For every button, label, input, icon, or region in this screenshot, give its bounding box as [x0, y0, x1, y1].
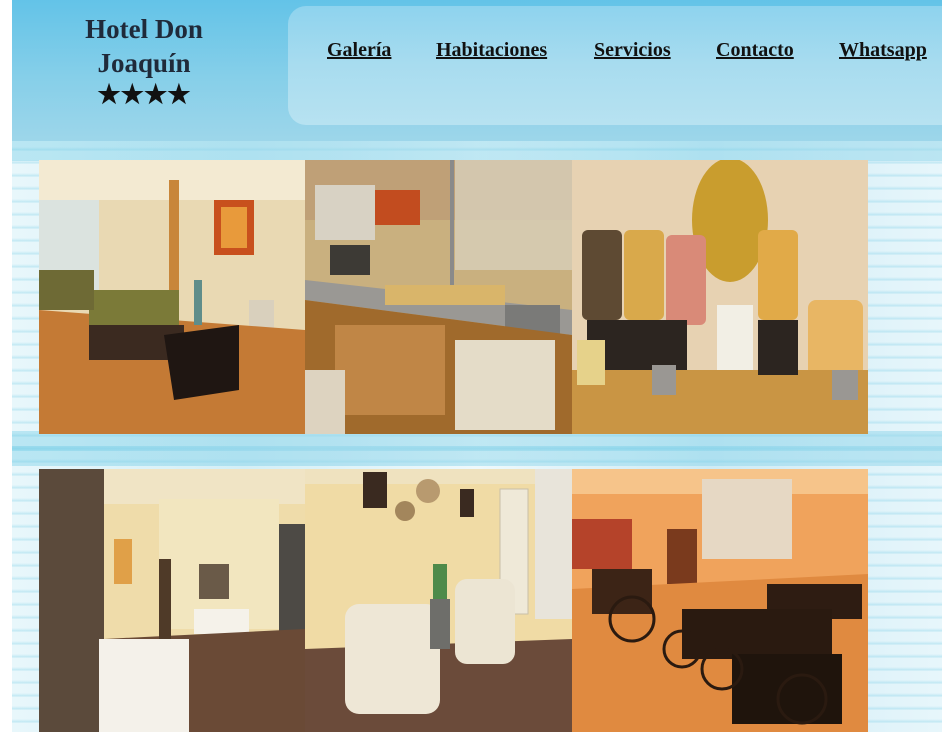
gallery-photo-cereal[interactable]: [572, 160, 868, 434]
nav-link-servicios[interactable]: Servicios: [594, 39, 671, 62]
main-nav-panel: Galería Habitaciones Servicios Contacto …: [288, 6, 942, 125]
hotel-name-line2: Joaquín: [97, 48, 191, 78]
nav-link-galeria[interactable]: Galería: [327, 39, 391, 62]
gallery-photo-sitting-area[interactable]: [305, 469, 572, 732]
gallery-photo-hallway[interactable]: [39, 469, 305, 732]
decorative-band: [12, 141, 942, 161]
nav-link-habitaciones[interactable]: Habitaciones: [436, 39, 547, 62]
hotel-logo[interactable]: Hotel Don Joaquín ★★★★: [24, 12, 264, 110]
site-header: Hotel Don Joaquín ★★★★ Galería Habitacio…: [12, 0, 942, 141]
main-nav: Galería Habitaciones Servicios Contacto …: [288, 39, 942, 69]
gallery-photo-dining-room[interactable]: [572, 469, 868, 732]
hotel-name-line1: Hotel Don: [85, 14, 203, 44]
star-rating: ★★★★: [97, 80, 191, 109]
decorative-band: [12, 446, 942, 466]
gallery-photo-buffet[interactable]: [305, 160, 572, 434]
nav-link-whatsapp[interactable]: Whatsapp: [839, 39, 927, 62]
gallery-photo-lobby[interactable]: [39, 160, 305, 434]
nav-link-contacto[interactable]: Contacto: [716, 39, 794, 62]
